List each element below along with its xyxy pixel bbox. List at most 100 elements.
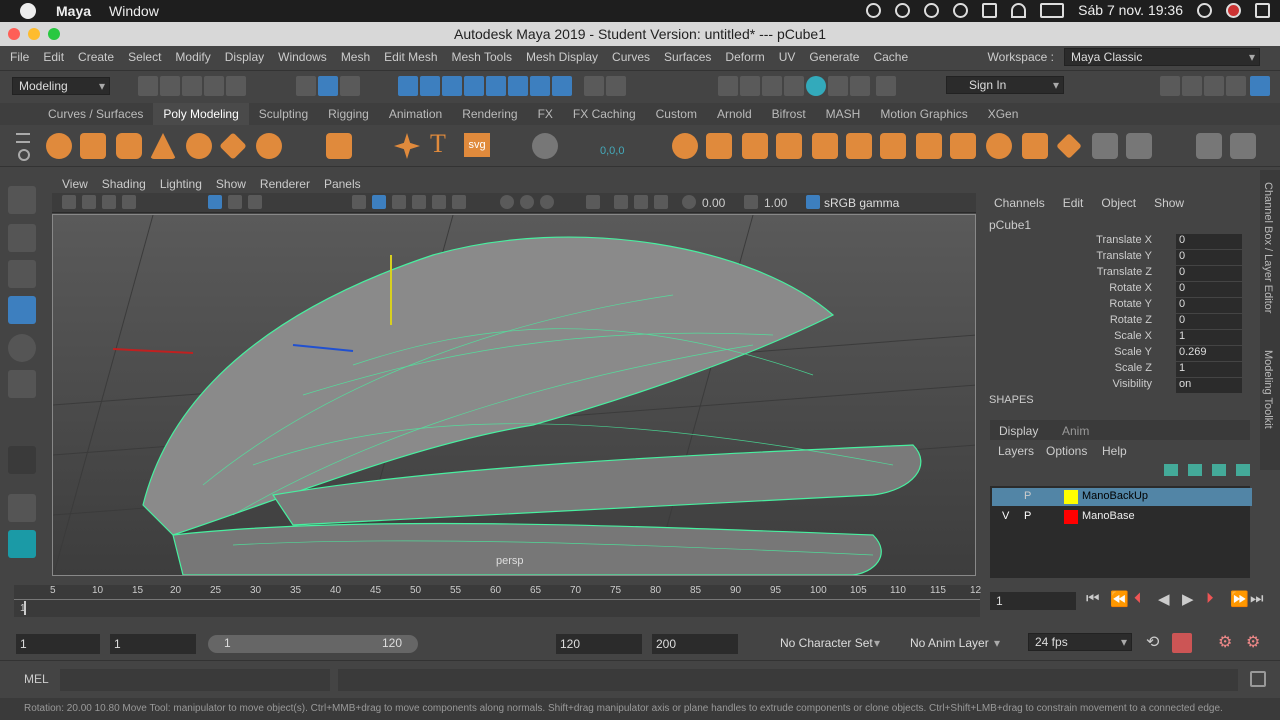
shelf-tab-sculpting[interactable]: Sculpting <box>249 103 318 125</box>
camera-attributes-icon[interactable] <box>82 195 96 209</box>
render-frame-icon[interactable] <box>740 76 760 96</box>
extrude-icon[interactable] <box>846 133 872 159</box>
new-scene-icon[interactable] <box>138 76 158 96</box>
symmetry-icon[interactable] <box>530 76 550 96</box>
shelf-gear-icon[interactable] <box>18 149 30 161</box>
move-layer-up-icon[interactable] <box>1164 464 1178 476</box>
menu-uv[interactable]: UV <box>779 50 796 64</box>
exposure-value[interactable]: 0.00 <box>702 196 725 210</box>
loop-icon[interactable]: ⟲ <box>1146 632 1159 652</box>
menu-curves[interactable]: Curves <box>612 50 650 64</box>
attr-rotate-z[interactable]: Rotate Z0 <box>1084 314 1242 330</box>
attr-rotate-y[interactable]: Rotate Y0 <box>1084 298 1242 314</box>
range-slider-end[interactable]: 120 <box>382 636 402 650</box>
workspace-dropdown[interactable]: Maya Classic <box>1064 48 1260 66</box>
range-slider-start[interactable]: 1 <box>224 636 231 650</box>
planar-mapping-icon[interactable] <box>1092 133 1118 159</box>
color-management-icon[interactable] <box>806 195 820 209</box>
attr-translate-y[interactable]: Translate Y0 <box>1084 250 1242 266</box>
last-tool-icon[interactable] <box>8 446 36 474</box>
select-hierarchy-icon[interactable] <box>296 76 316 96</box>
scene-end-field[interactable]: 200 <box>652 634 738 654</box>
tool-settings-icon[interactable] <box>1204 76 1224 96</box>
go-to-end-icon[interactable]: ⏭ <box>1250 590 1264 607</box>
bluetooth-icon[interactable] <box>982 2 998 18</box>
motion-blur-icon[interactable] <box>520 195 534 209</box>
platonic-solid-icon[interactable] <box>326 133 352 159</box>
layer-name[interactable]: ManoBase <box>1082 510 1135 522</box>
character-set-dropdown[interactable]: No Character Set <box>760 635 884 653</box>
vp-menu-panels[interactable]: Panels <box>324 177 361 191</box>
control-center-icon[interactable] <box>1255 2 1270 18</box>
object-name[interactable]: pCube1 <box>984 216 1254 234</box>
menu-mesh[interactable]: Mesh <box>341 50 370 64</box>
layout-single-icon[interactable] <box>8 494 36 522</box>
shelf-tab-curves-surfaces[interactable]: Curves / Surfaces <box>38 103 153 125</box>
layer-tab-anim[interactable]: Anim <box>1062 424 1089 438</box>
command-input[interactable] <box>60 669 330 691</box>
poly-torus-icon[interactable] <box>186 133 212 159</box>
d-icon[interactable] <box>895 2 911 18</box>
paint-select-tool-icon[interactable] <box>8 260 36 288</box>
layer-name[interactable]: ManoBackUp <box>1082 490 1148 502</box>
menu-cache[interactable]: Cache <box>873 50 908 64</box>
info-icon[interactable] <box>924 2 940 18</box>
sign-in-dropdown[interactable]: Sign In <box>946 76 1064 94</box>
poly-cone-icon[interactable] <box>150 133 176 159</box>
xray-components-icon[interactable] <box>654 195 668 209</box>
attr-visibility[interactable]: Visibility on <box>1084 378 1242 394</box>
tab-channel-box-layer-editor[interactable]: Channel Box / Layer Editor <box>1262 182 1274 313</box>
vp-menu-show[interactable]: Show <box>216 177 246 191</box>
boolean-icon[interactable] <box>776 133 802 159</box>
vp-menu-shading[interactable]: Shading <box>102 177 146 191</box>
exposure-icon[interactable] <box>682 195 696 209</box>
merge-icon[interactable] <box>950 133 976 159</box>
menu-surfaces[interactable]: Surfaces <box>664 50 711 64</box>
menu-edit-mesh[interactable]: Edit Mesh <box>384 50 437 64</box>
save-scene-icon[interactable] <box>182 76 202 96</box>
layer-playback-toggle[interactable]: P <box>1024 510 1031 522</box>
xray-icon[interactable] <box>614 195 628 209</box>
menuset-dropdown[interactable]: Modeling <box>12 77 110 95</box>
gamma-icon[interactable] <box>744 195 758 209</box>
layer-menu-help[interactable]: Help <box>1102 444 1127 458</box>
cb-menu-object[interactable]: Object <box>1101 196 1136 210</box>
shelf-tab-custom[interactable]: Custom <box>646 103 707 125</box>
shelf-tab-animation[interactable]: Animation <box>379 103 452 125</box>
ipr-render-icon[interactable] <box>762 76 782 96</box>
poly-sphere-icon[interactable] <box>46 133 72 159</box>
snap-view-icon[interactable] <box>464 76 484 96</box>
current-frame-field[interactable]: 1 <box>990 592 1076 610</box>
lasso-tool-icon[interactable] <box>8 224 36 252</box>
separate-icon[interactable] <box>706 133 732 159</box>
move-tool-icon[interactable] <box>8 296 36 324</box>
undo-icon[interactable] <box>204 76 224 96</box>
go-to-start-icon[interactable]: ⏮ <box>1086 590 1100 607</box>
shelf-settings-icon[interactable] <box>1230 133 1256 159</box>
layer-visibility-toggle[interactable]: V <box>1002 510 1009 522</box>
channel-box-icon[interactable] <box>1250 76 1270 96</box>
move-layer-down-icon[interactable] <box>1188 464 1202 476</box>
render-settings-icon[interactable] <box>784 76 804 96</box>
super-shape-icon[interactable] <box>394 133 420 159</box>
light-editor-icon[interactable] <box>828 76 848 96</box>
vp-menu-renderer[interactable]: Renderer <box>260 177 310 191</box>
new-layer-selected-icon[interactable] <box>1236 464 1250 476</box>
gamma-value[interactable]: 1.00 <box>764 196 787 210</box>
cb-menu-edit[interactable]: Edit <box>1063 196 1084 210</box>
select-sets-icon[interactable] <box>606 76 626 96</box>
poly-cylinder-icon[interactable] <box>116 133 142 159</box>
attr-scale-y[interactable]: Scale Y 0.269 <box>1084 346 1242 362</box>
isolate-select-icon[interactable] <box>586 195 600 209</box>
attr-scale-x[interactable]: Scale X1 <box>1084 330 1242 346</box>
shelf-tab-fx[interactable]: FX <box>528 103 563 125</box>
play-forwards-icon[interactable]: ▶ <box>1182 590 1194 608</box>
mac-menu-window[interactable]: Window <box>109 3 159 19</box>
zoom-window-button[interactable] <box>48 28 60 40</box>
pencil-icon[interactable] <box>1196 133 1222 159</box>
datetime[interactable]: Sáb 7 nov. 19:36 <box>1078 2 1183 18</box>
hypershade-icon[interactable] <box>806 76 826 96</box>
battery-icon[interactable] <box>1040 2 1065 18</box>
bridge-icon[interactable] <box>880 133 906 159</box>
layer-menu-options[interactable]: Options <box>1046 444 1087 458</box>
